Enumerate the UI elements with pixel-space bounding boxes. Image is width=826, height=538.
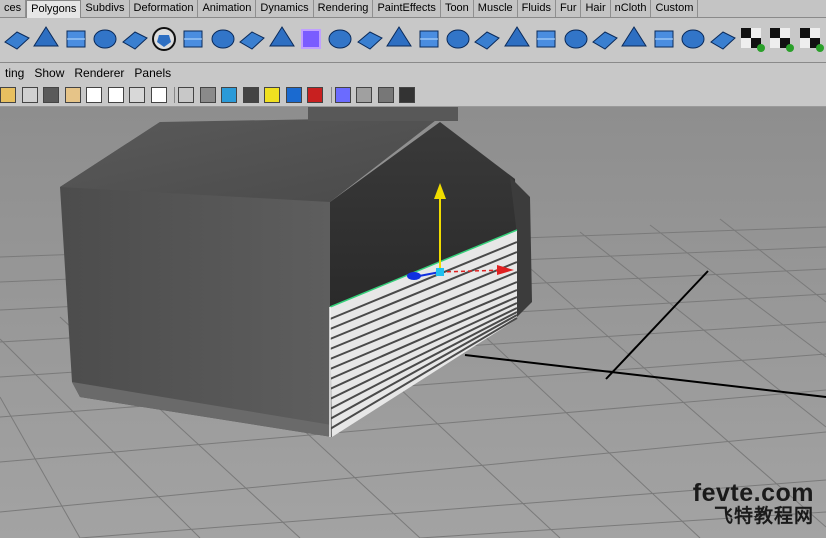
flat-shade-icon[interactable] — [64, 87, 81, 103]
poly-plane-icon[interactable] — [31, 24, 61, 54]
fill-hole-icon[interactable] — [443, 24, 473, 54]
toolbar-separator — [174, 87, 175, 103]
text-overlay-icon[interactable] — [150, 87, 167, 103]
boolean-union-icon[interactable] — [267, 24, 297, 54]
shelf-tab-dynamics[interactable]: Dynamics — [256, 0, 314, 17]
wireframe-icon[interactable] — [21, 87, 38, 103]
poly-soccerball-icon[interactable] — [149, 24, 179, 54]
camera-icon[interactable] — [178, 87, 194, 103]
light-toggle-icon[interactable] — [107, 87, 124, 103]
menu-panels[interactable]: Panels — [129, 63, 176, 84]
planar-mapping-icon[interactable] — [708, 24, 738, 54]
panel-menubar: ting Show Renderer Panels — [0, 63, 826, 84]
poke-face-icon[interactable] — [590, 24, 620, 54]
shelf-tab-hair[interactable]: Hair — [581, 0, 611, 17]
xray-cube-icon[interactable] — [199, 87, 216, 103]
blue-cube-icon[interactable] — [285, 87, 302, 103]
red-cube-icon[interactable] — [307, 87, 323, 103]
uv-snapshot-icon[interactable] — [766, 24, 796, 54]
poly-cylinder-icon[interactable] — [120, 24, 150, 54]
shelf-tab-painteffects[interactable]: PaintEffects — [373, 0, 441, 17]
shelf-tab-ces[interactable]: ces — [0, 0, 27, 17]
shelf-tab-toon[interactable]: Toon — [441, 0, 474, 17]
triangulate-icon[interactable] — [619, 24, 649, 54]
slide-edge-icon[interactable] — [502, 24, 532, 54]
shelf-tab-subdivs[interactable]: Subdivs — [81, 0, 130, 17]
mirror-geometry-icon[interactable] — [237, 24, 267, 54]
move-uvs-icon[interactable] — [678, 24, 708, 54]
bevel-icon[interactable] — [384, 24, 414, 54]
menu-ting[interactable]: ting — [0, 63, 29, 84]
separate-icon[interactable] — [208, 24, 238, 54]
perspective-viewport[interactable]: fevte.com 飞特教程网 — [0, 107, 826, 538]
shading-grid-icon[interactable] — [0, 87, 16, 103]
shelf-tab-ncloth[interactable]: nCloth — [611, 0, 652, 17]
panel-toolbar — [0, 84, 826, 107]
watermark-site: fevte.com — [692, 479, 814, 507]
shelf-tab-fluids[interactable]: Fluids — [518, 0, 556, 17]
polygon-shelf — [0, 18, 826, 63]
append-polygon-icon[interactable] — [414, 24, 444, 54]
shelf-tab-custom[interactable]: Custom — [651, 0, 699, 17]
hud-icon[interactable] — [399, 87, 415, 103]
shelf-tab-bar: ces Polygons Subdivs Deformation Animation Dy… — [0, 0, 826, 18]
menu-renderer[interactable]: Renderer — [69, 63, 129, 84]
viewport-scene[interactable] — [0, 107, 826, 538]
shelf-tab-deformation[interactable]: Deformation — [130, 0, 199, 17]
isolate-select-icon[interactable] — [221, 87, 237, 103]
smooth-proxy-icon[interactable] — [296, 24, 326, 54]
xray-joints-icon[interactable] — [377, 87, 394, 103]
frame-selection-icon[interactable] — [334, 87, 351, 103]
menu-show[interactable]: Show — [29, 63, 69, 84]
checker-uv-icon[interactable] — [737, 24, 767, 54]
quadrangulate-icon[interactable] — [649, 24, 679, 54]
shelf-tab-fur[interactable]: Fur — [556, 0, 582, 17]
poly-cylinder-partial-icon[interactable] — [2, 24, 32, 54]
extrude-face-icon[interactable] — [325, 24, 355, 54]
insert-edge-loop-icon[interactable] — [531, 24, 561, 54]
shelf-tab-rendering[interactable]: Rendering — [314, 0, 374, 17]
combine-icon[interactable] — [178, 24, 208, 54]
uv-texture-editor-icon[interactable] — [796, 24, 826, 54]
smooth-shade-icon[interactable] — [43, 87, 59, 103]
shadow-cube-icon[interactable] — [242, 87, 259, 103]
wire-on-shaded-icon[interactable] — [356, 87, 372, 103]
shelf-tab-muscle[interactable]: Muscle — [474, 0, 518, 17]
shelf-tab-polygons[interactable]: Polygons — [26, 0, 82, 18]
use-lights-icon[interactable] — [264, 87, 280, 103]
poly-torus-icon[interactable] — [61, 24, 91, 54]
texture-toggle-icon[interactable] — [86, 87, 102, 103]
watermark: fevte.com 飞特教程网 — [693, 480, 814, 528]
toolbar-separator — [330, 87, 332, 103]
split-polygon-icon[interactable] — [355, 24, 385, 54]
resolution-gate-icon[interactable] — [129, 87, 145, 103]
merge-vertices-icon[interactable] — [472, 24, 502, 54]
shelf-tab-animation[interactable]: Animation — [198, 0, 257, 17]
poly-pyramid-icon[interactable] — [90, 24, 120, 54]
watermark-chinese: 飞特教程网 — [713, 506, 814, 527]
wedge-icon[interactable] — [561, 24, 591, 54]
